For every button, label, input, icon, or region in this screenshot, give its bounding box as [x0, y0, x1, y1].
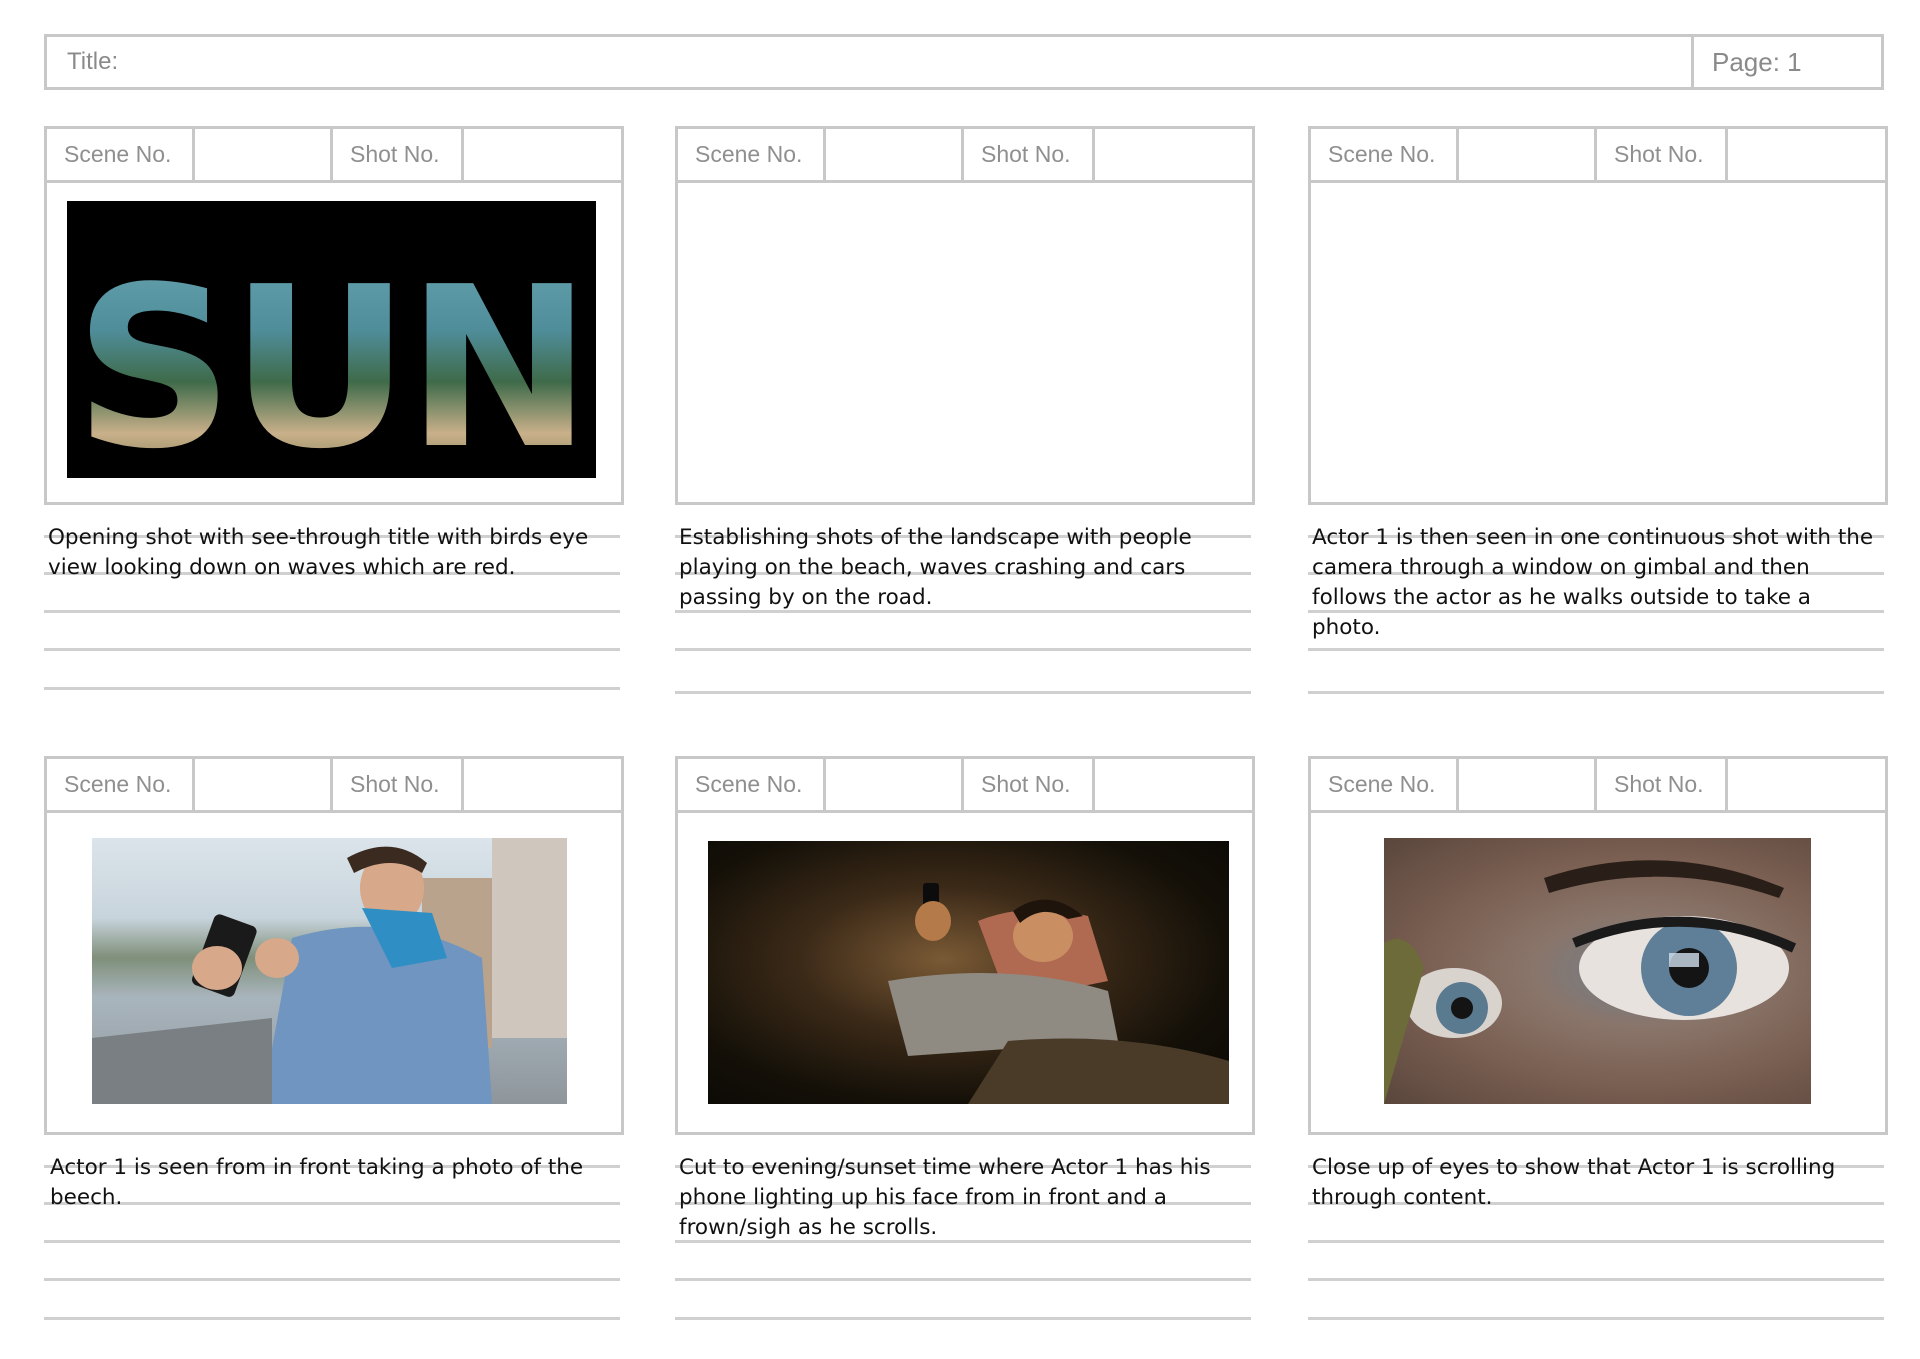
- scene-no-field[interactable]: [195, 129, 333, 180]
- photo-illustration: [888, 883, 1229, 1104]
- scene-no-field[interactable]: [826, 129, 964, 180]
- panel-image-area[interactable]: [1311, 183, 1885, 502]
- sun-title-graphic: SUN: [74, 240, 592, 478]
- shot-no-label: Shot No.: [964, 759, 1095, 810]
- panel-notes: Actor 1 is seen from in front taking a p…: [44, 1145, 624, 1341]
- scene-no-field[interactable]: [1459, 759, 1597, 810]
- shot-no-field[interactable]: [464, 759, 621, 810]
- sun-title-beach-image: SUN: [67, 201, 596, 478]
- scene-no-label: Scene No.: [47, 129, 195, 180]
- shot-no-field[interactable]: [1095, 759, 1252, 810]
- storyboard-panel-1: Scene No. Shot No. SUN Opening shot with…: [44, 126, 624, 711]
- scene-no-field[interactable]: [826, 759, 964, 810]
- panel-notes: Opening shot with see-through title with…: [44, 515, 624, 711]
- panel-notes: Close up of eyes to show that Actor 1 is…: [1308, 1145, 1888, 1341]
- scene-no-field[interactable]: [195, 759, 333, 810]
- panel-frame: Scene No. Shot No.: [44, 756, 624, 1135]
- title-bar: Title: Page: 1: [44, 34, 1884, 90]
- storyboard-panel-6: Scene No. Shot No. Close up of eyes to s…: [1308, 756, 1888, 1341]
- panel-image-area[interactable]: [1311, 813, 1885, 1132]
- man-on-sofa-with-phone-image: [708, 841, 1229, 1104]
- panel-description: Establishing shots of the landscape with…: [679, 525, 1192, 610]
- panel-header: Scene No. Shot No.: [1311, 129, 1885, 183]
- panel-header: Scene No. Shot No.: [678, 129, 1252, 183]
- panel-frame: Scene No. Shot No.: [675, 126, 1255, 505]
- shot-no-label: Shot No.: [964, 129, 1095, 180]
- panel-image-area[interactable]: [678, 813, 1252, 1132]
- sun-title-text: SUN: [74, 240, 588, 478]
- panel-description: Opening shot with see-through title with…: [48, 525, 589, 580]
- scene-no-label: Scene No.: [1311, 129, 1459, 180]
- panel-description: Actor 1 is then seen in one continuous s…: [1312, 525, 1874, 640]
- shot-no-field[interactable]: [1095, 129, 1252, 180]
- panel-header: Scene No. Shot No.: [47, 129, 621, 183]
- shot-no-field[interactable]: [1728, 129, 1885, 180]
- panel-notes: Cut to evening/sunset time where Actor 1…: [675, 1145, 1255, 1341]
- panel-header: Scene No. Shot No.: [678, 759, 1252, 813]
- panel-description: Cut to evening/sunset time where Actor 1…: [679, 1155, 1211, 1240]
- panel-notes: Actor 1 is then seen in one continuous s…: [1308, 515, 1888, 711]
- page-number: Page: 1: [1691, 37, 1881, 87]
- panel-frame: Scene No. Shot No.: [675, 756, 1255, 1135]
- shot-no-label: Shot No.: [333, 759, 464, 810]
- title-field[interactable]: Title:: [47, 37, 1691, 87]
- shot-no-field[interactable]: [464, 129, 621, 180]
- storyboard-panel-3: Scene No. Shot No. Actor 1 is then seen …: [1308, 126, 1888, 711]
- shot-no-label: Shot No.: [333, 129, 464, 180]
- panel-frame: Scene No. Shot No. SUN: [44, 126, 624, 505]
- shot-no-label: Shot No.: [1597, 759, 1728, 810]
- scene-no-label: Scene No.: [678, 759, 826, 810]
- storyboard-panel-5: Scene No. Shot No. Cut to evening/sunset…: [675, 756, 1255, 1341]
- panel-image-area[interactable]: [47, 813, 621, 1132]
- man-taking-phone-photo-image: [92, 838, 567, 1104]
- storyboard-panel-4: Scene No. Shot No. Actor 1 is seen from …: [44, 756, 624, 1341]
- panel-description: Actor 1 is seen from in front taking a p…: [50, 1155, 584, 1210]
- panel-image-area[interactable]: SUN: [47, 183, 621, 502]
- storyboard-panel-2: Scene No. Shot No. Establishing shots of…: [675, 126, 1255, 711]
- scene-no-field[interactable]: [1459, 129, 1597, 180]
- panel-frame: Scene No. Shot No.: [1308, 126, 1888, 505]
- panel-header: Scene No. Shot No.: [47, 759, 621, 813]
- eyes-closeup-image: [1384, 838, 1811, 1104]
- scene-no-label: Scene No.: [1311, 759, 1459, 810]
- scene-no-label: Scene No.: [678, 129, 826, 180]
- photo-illustration: [1384, 860, 1797, 1104]
- panel-image-area[interactable]: [678, 183, 1252, 502]
- panel-notes: Establishing shots of the landscape with…: [675, 515, 1255, 711]
- panel-frame: Scene No. Shot No.: [1308, 756, 1888, 1135]
- photo-illustration: [92, 838, 567, 1104]
- title-label: Title:: [67, 48, 119, 75]
- shot-no-label: Shot No.: [1597, 129, 1728, 180]
- panel-description: Close up of eyes to show that Actor 1 is…: [1312, 1155, 1836, 1210]
- scene-no-label: Scene No.: [47, 759, 195, 810]
- panel-header: Scene No. Shot No.: [1311, 759, 1885, 813]
- shot-no-field[interactable]: [1728, 759, 1885, 810]
